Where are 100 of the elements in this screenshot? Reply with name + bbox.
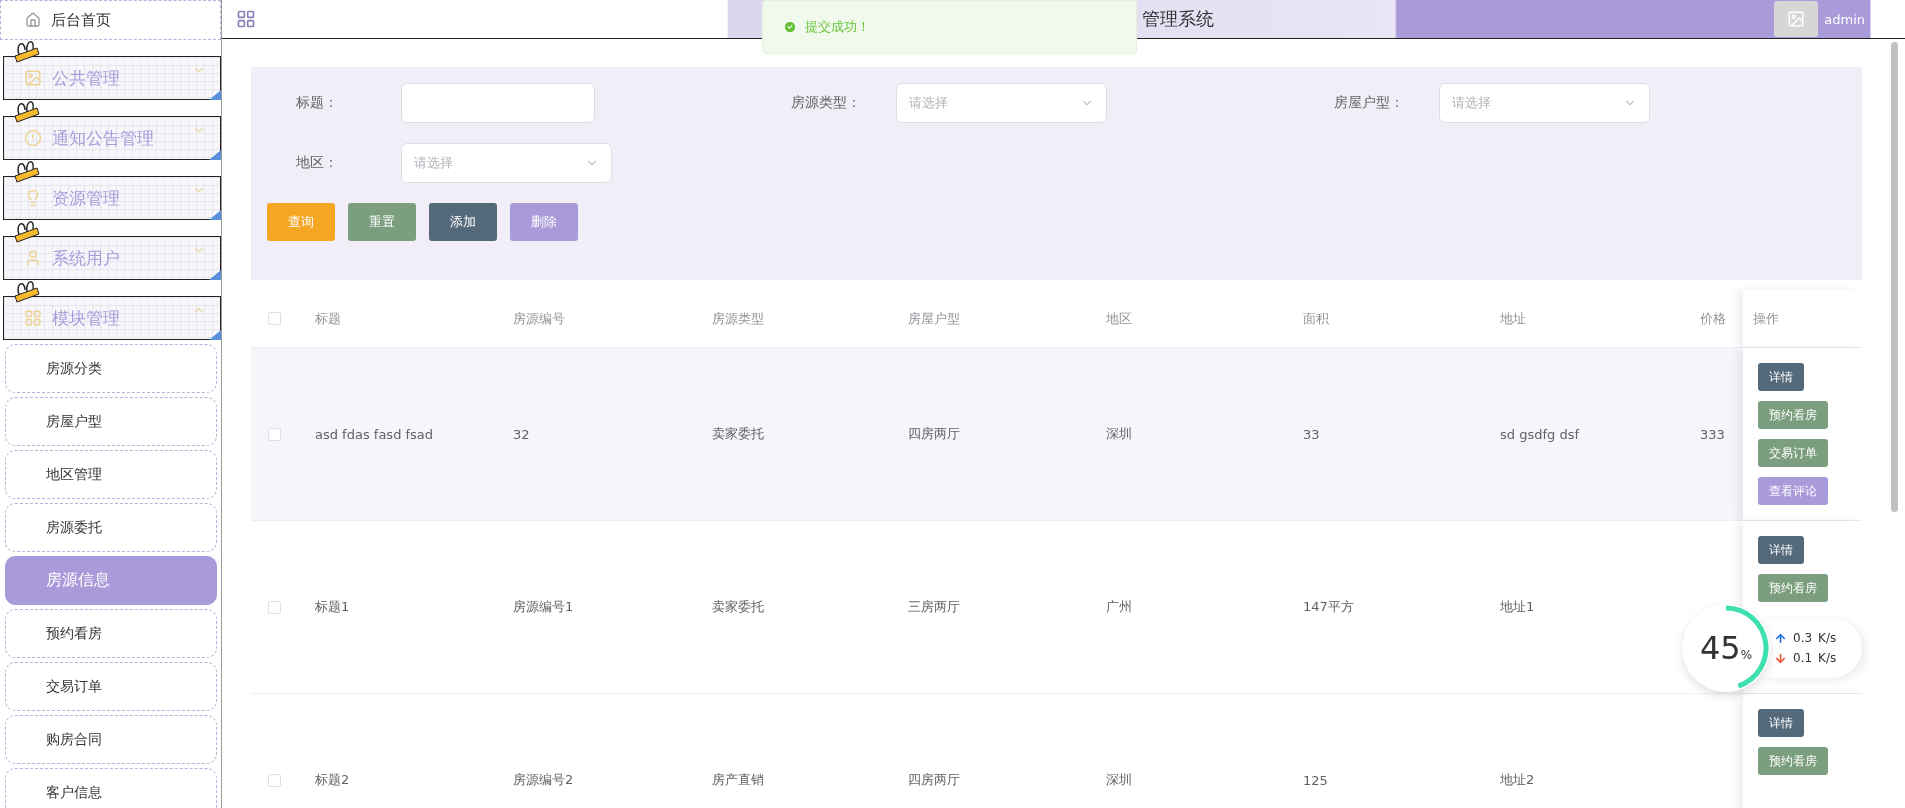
sidebar-item[interactable]: 地区管理 — [5, 450, 217, 499]
table-cell-text: 125 — [1302, 772, 1329, 788]
filter-label: 房源类型： — [790, 94, 862, 112]
folded-corner-icon — [209, 330, 221, 340]
table-cell-text: 四房两厅 — [907, 771, 961, 789]
sidebar-item[interactable]: 房屋户型 — [5, 397, 217, 446]
table-cell-text: 地址2 — [1499, 771, 1536, 789]
action-button[interactable]: 添加 — [429, 203, 497, 241]
row-action-button[interactable]: 预约看房 — [1758, 574, 1828, 602]
menu-group[interactable]: 系统用户 — [3, 236, 221, 280]
user-name: admin — [1824, 11, 1865, 27]
speed-unit: K/s — [1818, 631, 1837, 645]
column-header: 标题 — [314, 309, 342, 328]
row-action-button[interactable]: 预约看房 — [1758, 747, 1828, 775]
select-field[interactable]: 请选择 — [896, 83, 1107, 123]
menu-group-icon — [24, 129, 42, 147]
menu-group-label: 模块管理 — [52, 306, 120, 330]
select-field[interactable]: 请选择 — [401, 143, 612, 183]
table-cell-text: asd fdas fasd fsad — [314, 426, 435, 442]
select-field[interactable]: 请选择 — [1439, 83, 1650, 123]
row-action-button[interactable]: 交易订单 — [1758, 439, 1828, 467]
sidebar-item[interactable]: 房源信息 — [5, 556, 217, 605]
sidebar-item[interactable]: 房源委托 — [5, 503, 217, 552]
home-icon — [25, 12, 41, 28]
avatar[interactable] — [1774, 1, 1819, 37]
toast-message: 提交成功！ — [805, 18, 870, 36]
scrollbar[interactable] — [1891, 42, 1898, 512]
menu-group-icon — [24, 249, 42, 267]
table-cell-text: 地址1 — [1499, 598, 1536, 616]
column-header: 房源编号 — [512, 309, 566, 328]
percent-value: 45 — [1699, 629, 1741, 667]
table-cell-text: 房源编号2 — [512, 771, 575, 789]
table-cell-text: 深圳 — [1105, 771, 1133, 789]
row-action-button[interactable]: 详情 — [1758, 363, 1804, 391]
filter-label: 地区： — [295, 154, 339, 172]
percent-unit: % — [1740, 648, 1753, 662]
checkbox[interactable] — [268, 427, 281, 441]
menu-group[interactable]: 模块管理 — [3, 296, 221, 340]
column-header: 地区 — [1105, 309, 1133, 328]
sidebar-item[interactable]: 后台首页 — [0, 0, 221, 40]
table-cell-text: 标题1 — [314, 598, 351, 616]
upload-speed: 0.3 — [1793, 631, 1813, 645]
checkbox[interactable] — [268, 312, 281, 325]
speed-unit: K/s — [1818, 651, 1837, 665]
column-header: 价格 — [1699, 309, 1727, 328]
download-speed: 0.1 — [1793, 651, 1813, 665]
row-action-button[interactable]: 预约看房 — [1758, 401, 1828, 429]
upload-icon — [1774, 631, 1787, 645]
folded-corner-icon — [209, 270, 221, 280]
filter-label: 标题： — [295, 94, 339, 112]
table-cell-text: 广州 — [1105, 598, 1133, 616]
folded-corner-icon — [209, 150, 221, 160]
input-field[interactable] — [401, 83, 595, 123]
sidebar-item[interactable]: 交易订单 — [5, 662, 217, 711]
menu-group-label: 公共管理 — [52, 66, 120, 90]
system-title: 管理系统 — [1142, 7, 1215, 31]
menu-group-label: 资源管理 — [52, 186, 120, 210]
menu-group-icon — [24, 309, 42, 327]
download-icon — [1774, 651, 1787, 665]
table-cell-text: 四房两厅 — [907, 425, 961, 443]
sidebar-item[interactable]: 房源分类 — [5, 344, 217, 393]
table-cell-text: 标题2 — [314, 771, 351, 789]
table-cell-text: 房源编号1 — [512, 598, 575, 616]
folded-corner-icon — [209, 90, 221, 100]
table-cell-text: 33 — [1302, 426, 1321, 442]
table-cell-text: 147平方 — [1302, 598, 1355, 616]
sidebar-item[interactable]: 客户信息 — [5, 768, 217, 808]
action-button[interactable]: 查询 — [267, 203, 335, 241]
column-header: 面积 — [1302, 309, 1330, 328]
filter-label: 房屋户型： — [1333, 94, 1405, 112]
sidebar-item[interactable]: 购房合同 — [5, 715, 217, 764]
table-cell-text: 32 — [512, 426, 531, 442]
table-cell-text: 333 — [1699, 426, 1726, 442]
menu-group-label: 系统用户 — [52, 246, 120, 270]
menu-group[interactable]: 公共管理 — [3, 56, 221, 100]
column-header: 房屋户型 — [907, 309, 961, 328]
action-button[interactable]: 重置 — [348, 203, 416, 241]
column-header: 操作 — [1743, 290, 1862, 347]
checkbox[interactable] — [268, 600, 281, 614]
menu-group[interactable]: 通知公告管理 — [3, 116, 221, 160]
sidebar-label: 后台首页 — [51, 10, 111, 30]
table-cell-text: 深圳 — [1105, 425, 1133, 443]
table-cell-text: 三房两厅 — [907, 598, 961, 616]
action-button[interactable]: 删除 — [510, 203, 578, 241]
column-header: 地址 — [1499, 309, 1527, 328]
sidebar-item[interactable]: 预约看房 — [5, 609, 217, 658]
row-action-button[interactable]: 详情 — [1758, 709, 1804, 737]
folded-corner-icon — [209, 210, 221, 220]
table-cell-text: 卖家委托 — [711, 425, 765, 443]
table-cell-text: 房产直销 — [711, 771, 765, 789]
check-icon — [783, 20, 797, 34]
row-action-button[interactable]: 详情 — [1758, 536, 1804, 564]
table-cell-text: 卖家委托 — [711, 598, 765, 616]
column-header: 房源类型 — [711, 309, 765, 328]
menu-group-label: 通知公告管理 — [52, 126, 154, 150]
row-action-button[interactable]: 查看评论 — [1758, 477, 1828, 505]
table-cell-text: sd gsdfg dsf — [1499, 426, 1581, 442]
checkbox[interactable] — [268, 773, 281, 787]
menu-group[interactable]: 资源管理 — [3, 176, 221, 220]
menu-icon[interactable] — [236, 9, 256, 29]
